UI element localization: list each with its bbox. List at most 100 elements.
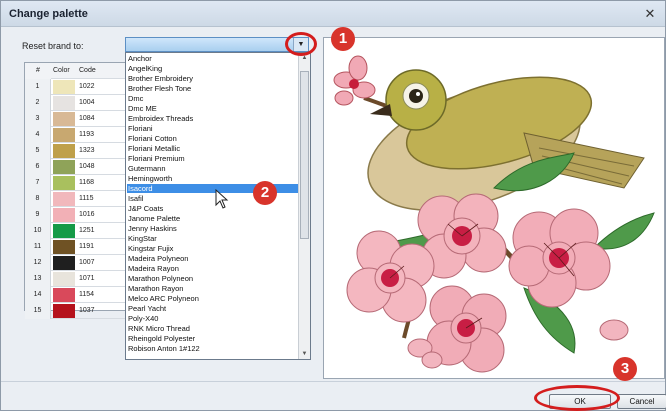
brand-option[interactable]: Melco ARC Polyneon <box>127 294 298 303</box>
color-swatch[interactable] <box>53 112 75 126</box>
palette-row-number: 5 <box>25 143 51 159</box>
color-swatch[interactable] <box>53 176 75 190</box>
thread-code: 1115 <box>79 195 94 202</box>
brand-option[interactable]: Pearl Yacht <box>127 304 298 313</box>
palette-row-number: 4 <box>25 127 51 143</box>
close-icon[interactable]: ✕ <box>641 5 659 22</box>
color-swatch[interactable] <box>53 80 75 94</box>
thread-code: 1193 <box>79 131 95 138</box>
palette-row[interactable]: 5 1323 <box>25 143 125 159</box>
palette-row-number: 14 <box>25 287 51 303</box>
palette-row[interactable]: 4 1193 <box>25 127 125 143</box>
thread-code: 1071 <box>79 275 95 282</box>
thread-code: 1016 <box>79 211 95 218</box>
column-header-code: Code <box>79 67 96 74</box>
brand-option[interactable]: Robison Anton 1#122 <box>127 344 298 353</box>
reset-brand-combobox[interactable]: ▼ <box>125 37 309 52</box>
color-swatch[interactable] <box>53 224 75 238</box>
palette-row[interactable]: 13 1071 <box>25 271 125 287</box>
thread-code: 1168 <box>79 179 95 186</box>
thread-code: 1048 <box>79 163 95 170</box>
callout-2: 2 <box>253 181 277 205</box>
callout-ring-dropdown <box>285 32 317 56</box>
palette-row[interactable]: 12 1007 <box>25 255 125 271</box>
palette-row-number: 2 <box>25 95 51 111</box>
color-swatch[interactable] <box>53 256 75 270</box>
brand-option[interactable]: Floriani Premium <box>127 154 298 163</box>
palette-row-number: 12 <box>25 255 51 271</box>
brand-option[interactable]: Kingstar Fujix <box>127 244 298 253</box>
color-swatch[interactable] <box>53 160 75 174</box>
palette-row[interactable]: 14 1154 <box>25 287 125 303</box>
scrollbar-thumb[interactable] <box>300 71 309 239</box>
palette-row-number: 1 <box>25 79 51 95</box>
brand-option[interactable]: KingStar <box>127 234 298 243</box>
brand-option[interactable]: Rheingold Polyester <box>127 334 298 343</box>
brand-option[interactable]: Brother Embroidery <box>127 74 298 83</box>
dropdown-scrollbar[interactable]: ▲ ▼ <box>298 53 310 359</box>
palette-row[interactable]: 8 1115 <box>25 191 125 207</box>
cancel-button[interactable]: Cancel <box>617 394 666 409</box>
brand-option[interactable]: Janome Palette <box>127 214 298 223</box>
thread-code: 1022 <box>79 83 95 90</box>
palette-row[interactable]: 6 1048 <box>25 159 125 175</box>
reset-brand-label: Reset brand to: <box>22 41 84 51</box>
brand-option[interactable]: Brother Flesh Tone <box>127 84 298 93</box>
palette-row[interactable]: 11 1191 <box>25 239 125 255</box>
brand-option[interactable]: Madeira Rayon <box>127 264 298 273</box>
design-preview <box>323 37 665 379</box>
color-swatch[interactable] <box>53 272 75 286</box>
palette-row-number: 9 <box>25 207 51 223</box>
brand-option[interactable]: Madeira Polyneon <box>127 254 298 263</box>
scroll-down-icon[interactable]: ▼ <box>299 349 310 359</box>
palette-row-number: 8 <box>25 191 51 207</box>
palette-row-number: 3 <box>25 111 51 127</box>
brand-option[interactable]: Floriani Metallic <box>127 144 298 153</box>
brand-option[interactable]: Floriani <box>127 124 298 133</box>
bird-blossom-embroidery-image <box>333 55 655 373</box>
brand-option[interactable]: RNK Micro Thread <box>127 324 298 333</box>
color-swatch[interactable] <box>53 128 75 142</box>
color-swatch[interactable] <box>53 208 75 222</box>
palette-row[interactable]: 7 1168 <box>25 175 125 191</box>
color-swatch[interactable] <box>53 288 75 302</box>
palette-header-row: # Color Code <box>25 63 125 79</box>
brand-option[interactable]: Embroidex Threads <box>127 114 298 123</box>
brand-option[interactable]: Marathon Polyneon <box>127 274 298 283</box>
color-swatch[interactable] <box>53 144 75 158</box>
color-swatch[interactable] <box>53 304 75 318</box>
thread-code: 1037 <box>79 307 95 314</box>
palette-row-number: 6 <box>25 159 51 175</box>
palette-row-number: 13 <box>25 271 51 287</box>
palette-row-number: 10 <box>25 223 51 239</box>
palette-row[interactable]: 15 1037 <box>25 303 125 319</box>
brand-option[interactable]: Dmc ME <box>127 104 298 113</box>
palette-row-number: 15 <box>25 303 51 319</box>
callout-ring-ok <box>534 385 620 411</box>
palette-row[interactable]: 1 1022 <box>25 79 125 95</box>
color-swatch[interactable] <box>53 96 75 110</box>
brand-option[interactable]: Gutermann <box>127 164 298 173</box>
brand-option[interactable]: Poly-X40 <box>127 314 298 323</box>
thread-code: 1004 <box>79 99 95 106</box>
callout-1: 1 <box>331 27 355 51</box>
callout-3: 3 <box>613 357 637 381</box>
brand-option[interactable]: Anchor <box>127 54 298 63</box>
palette-row[interactable]: 3 1084 <box>25 111 125 127</box>
brand-option[interactable]: Floriani Cotton <box>127 134 298 143</box>
color-swatch[interactable] <box>53 192 75 206</box>
dialog-separator <box>1 381 665 382</box>
brand-option[interactable]: Jenny Haskins <box>127 224 298 233</box>
brand-option[interactable]: Dmc <box>127 94 298 103</box>
palette-row[interactable]: 10 1251 <box>25 223 125 239</box>
color-swatch[interactable] <box>53 240 75 254</box>
palette-row-number: 7 <box>25 175 51 191</box>
thread-code: 1323 <box>79 147 95 154</box>
palette-row[interactable]: 9 1016 <box>25 207 125 223</box>
palette-row[interactable]: 2 1004 <box>25 95 125 111</box>
brand-option[interactable]: AngelKing <box>127 64 298 73</box>
brand-option[interactable]: J&P Coats <box>127 204 298 213</box>
brand-option[interactable]: Hemingworth <box>127 174 298 183</box>
brand-option[interactable]: Marathon Rayon <box>127 284 298 293</box>
title-bar: Change palette ✕ <box>1 1 665 27</box>
